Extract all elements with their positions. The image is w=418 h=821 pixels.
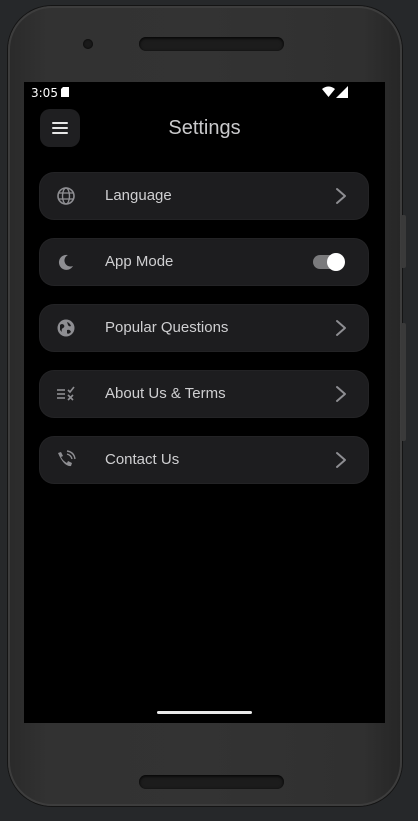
globe-icon bbox=[57, 187, 75, 205]
top-speaker-grille bbox=[139, 37, 284, 51]
power-button bbox=[401, 215, 406, 268]
bottom-speaker-grille bbox=[139, 775, 284, 789]
moon-icon bbox=[58, 254, 73, 270]
chevron-right-icon bbox=[336, 452, 346, 468]
app-screen: 3:05 Settings Language App Mode Popular … bbox=[24, 82, 385, 723]
settings-item-label: About Us & Terms bbox=[105, 385, 226, 402]
volume-button bbox=[401, 323, 406, 441]
chevron-right-icon bbox=[336, 386, 346, 402]
cell-signal-icon bbox=[336, 86, 348, 98]
wifi-icon bbox=[322, 86, 335, 97]
settings-item-app-mode[interactable]: App Mode bbox=[40, 239, 368, 285]
settings-item-label: Popular Questions bbox=[105, 319, 229, 336]
settings-item-language[interactable]: Language bbox=[40, 173, 368, 219]
status-bar: 3:05 bbox=[24, 82, 385, 104]
home-indicator[interactable] bbox=[157, 711, 252, 714]
settings-item-about-terms[interactable]: About Us & Terms bbox=[40, 371, 368, 417]
earth-icon bbox=[57, 319, 75, 337]
settings-item-contact-us[interactable]: Contact Us bbox=[40, 437, 368, 483]
page-title: Settings bbox=[24, 117, 385, 140]
chevron-right-icon bbox=[336, 188, 346, 204]
sim-card-icon bbox=[61, 87, 69, 97]
settings-item-label: Contact Us bbox=[105, 451, 180, 468]
app-mode-toggle[interactable] bbox=[313, 253, 345, 271]
status-time: 3:05 bbox=[31, 86, 58, 100]
page-title-text: Settings bbox=[168, 117, 241, 139]
settings-item-label: Language bbox=[105, 187, 172, 204]
chevron-right-icon bbox=[336, 320, 346, 336]
phone-call-icon bbox=[58, 450, 76, 467]
list-check-icon bbox=[57, 386, 75, 401]
toggle-knob bbox=[327, 253, 345, 271]
front-camera bbox=[83, 39, 93, 49]
settings-item-label: App Mode bbox=[105, 253, 174, 270]
settings-item-popular-questions[interactable]: Popular Questions bbox=[40, 305, 368, 351]
